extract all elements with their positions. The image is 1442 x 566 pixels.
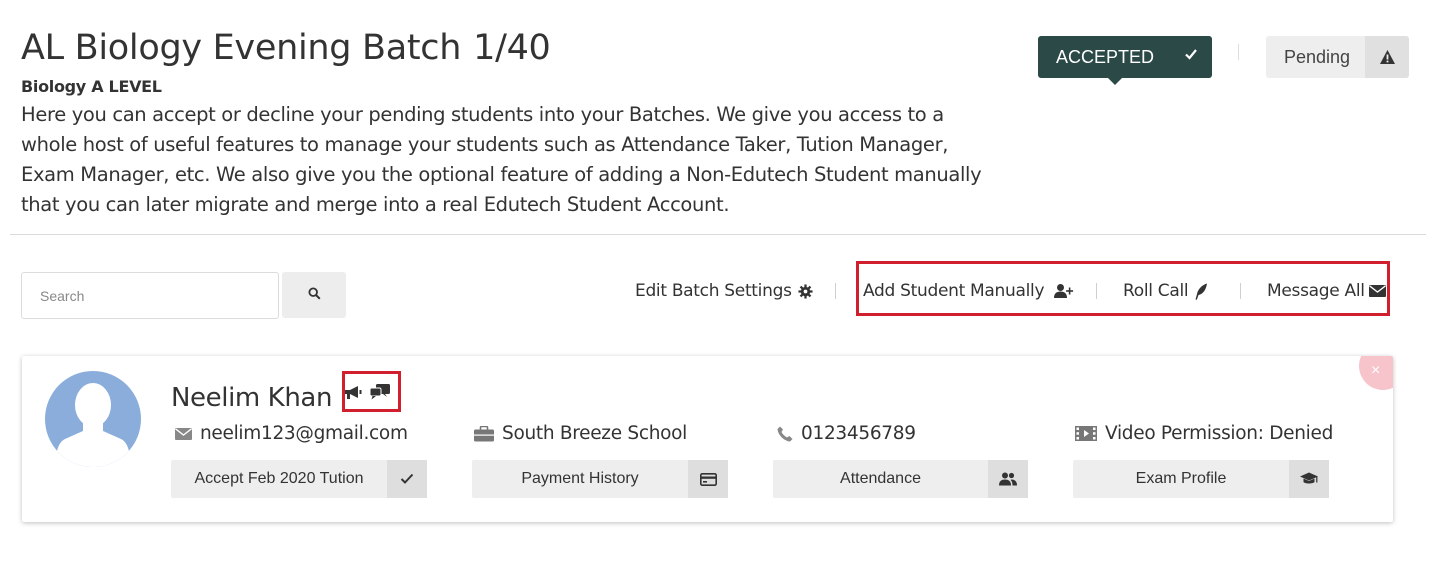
gear-icon bbox=[798, 283, 813, 299]
tab-caret bbox=[1108, 78, 1122, 85]
credit-card-icon bbox=[688, 460, 728, 498]
toolbar-divider bbox=[1240, 283, 1241, 299]
student-card: × Neelim Khan neelim123@gmail.com South … bbox=[22, 356, 1393, 522]
edit-batch-settings-button[interactable]: Edit Batch Settings bbox=[635, 281, 813, 301]
search-button[interactable] bbox=[282, 272, 346, 318]
graduation-cap-icon bbox=[1289, 460, 1329, 498]
exam-profile-label: Exam Profile bbox=[1135, 470, 1227, 487]
page-title: AL Biology Evening Batch 1/40 bbox=[21, 28, 551, 68]
batch-count: 1/40 bbox=[473, 28, 551, 68]
toolbar-divider bbox=[1096, 283, 1097, 299]
highlight-box-contact bbox=[342, 371, 401, 412]
toolbar-divider bbox=[835, 283, 836, 299]
message-all-button[interactable]: Message All bbox=[1267, 281, 1386, 301]
add-student-manually-label: Add Student Manually bbox=[863, 281, 1045, 301]
student-school: South Breeze School bbox=[474, 423, 687, 444]
attendance-button[interactable]: Attendance bbox=[773, 460, 1028, 498]
phone-icon bbox=[777, 426, 793, 441]
edit-batch-settings-label: Edit Batch Settings bbox=[635, 281, 792, 301]
close-button[interactable]: × bbox=[1359, 356, 1393, 390]
roll-call-button[interactable]: Roll Call bbox=[1123, 281, 1208, 301]
user-plus-icon bbox=[1054, 284, 1074, 298]
roll-call-label: Roll Call bbox=[1123, 281, 1189, 301]
student-school-value: South Breeze School bbox=[502, 423, 687, 444]
close-icon: × bbox=[1371, 362, 1381, 379]
tab-pending[interactable]: Pending bbox=[1266, 36, 1409, 78]
accept-tuition-label: Accept Feb 2020 Tution bbox=[194, 470, 364, 487]
tab-pending-label: Pending bbox=[1284, 47, 1351, 67]
accept-tuition-button[interactable]: Accept Feb 2020 Tution bbox=[171, 460, 427, 498]
payment-history-button[interactable]: Payment History bbox=[472, 460, 728, 498]
batch-title: AL Biology Evening Batch bbox=[21, 28, 462, 68]
tab-accepted-label: ACCEPTED bbox=[1056, 46, 1155, 67]
video-icon bbox=[1075, 426, 1097, 441]
exam-profile-button[interactable]: Exam Profile bbox=[1073, 460, 1329, 498]
envelope-icon bbox=[1368, 285, 1386, 297]
section-divider bbox=[10, 234, 1426, 235]
quill-icon bbox=[1195, 283, 1208, 300]
check-icon bbox=[387, 460, 427, 498]
avatar bbox=[45, 371, 141, 467]
student-email-value: neelim123@gmail.com bbox=[200, 423, 408, 444]
student-phone: 0123456789 bbox=[777, 423, 916, 444]
message-all-label: Message All bbox=[1267, 281, 1365, 301]
batch-subtitle: Biology A LEVEL bbox=[21, 77, 162, 96]
attendance-label: Attendance bbox=[840, 470, 921, 487]
student-email: neelim123@gmail.com bbox=[175, 423, 408, 444]
briefcase-icon bbox=[474, 425, 494, 441]
envelope-icon bbox=[175, 427, 192, 440]
student-phone-value: 0123456789 bbox=[801, 423, 916, 444]
payment-history-label: Payment History bbox=[521, 470, 639, 487]
users-icon bbox=[988, 460, 1028, 498]
student-name: Neelim Khan bbox=[171, 383, 333, 413]
page-description: Here you can accept or decline your pend… bbox=[21, 103, 982, 216]
search-input[interactable] bbox=[21, 272, 279, 319]
search-icon bbox=[307, 287, 321, 303]
warning-icon bbox=[1365, 36, 1409, 78]
tab-divider bbox=[1238, 44, 1239, 60]
check-icon bbox=[1184, 46, 1198, 66]
student-video-permission: Video Permission: Denied bbox=[1075, 423, 1333, 444]
add-student-manually-button[interactable]: Add Student Manually bbox=[863, 281, 1074, 301]
student-video-permission-value: Video Permission: Denied bbox=[1105, 423, 1334, 444]
tab-accepted[interactable]: ACCEPTED bbox=[1038, 36, 1212, 85]
